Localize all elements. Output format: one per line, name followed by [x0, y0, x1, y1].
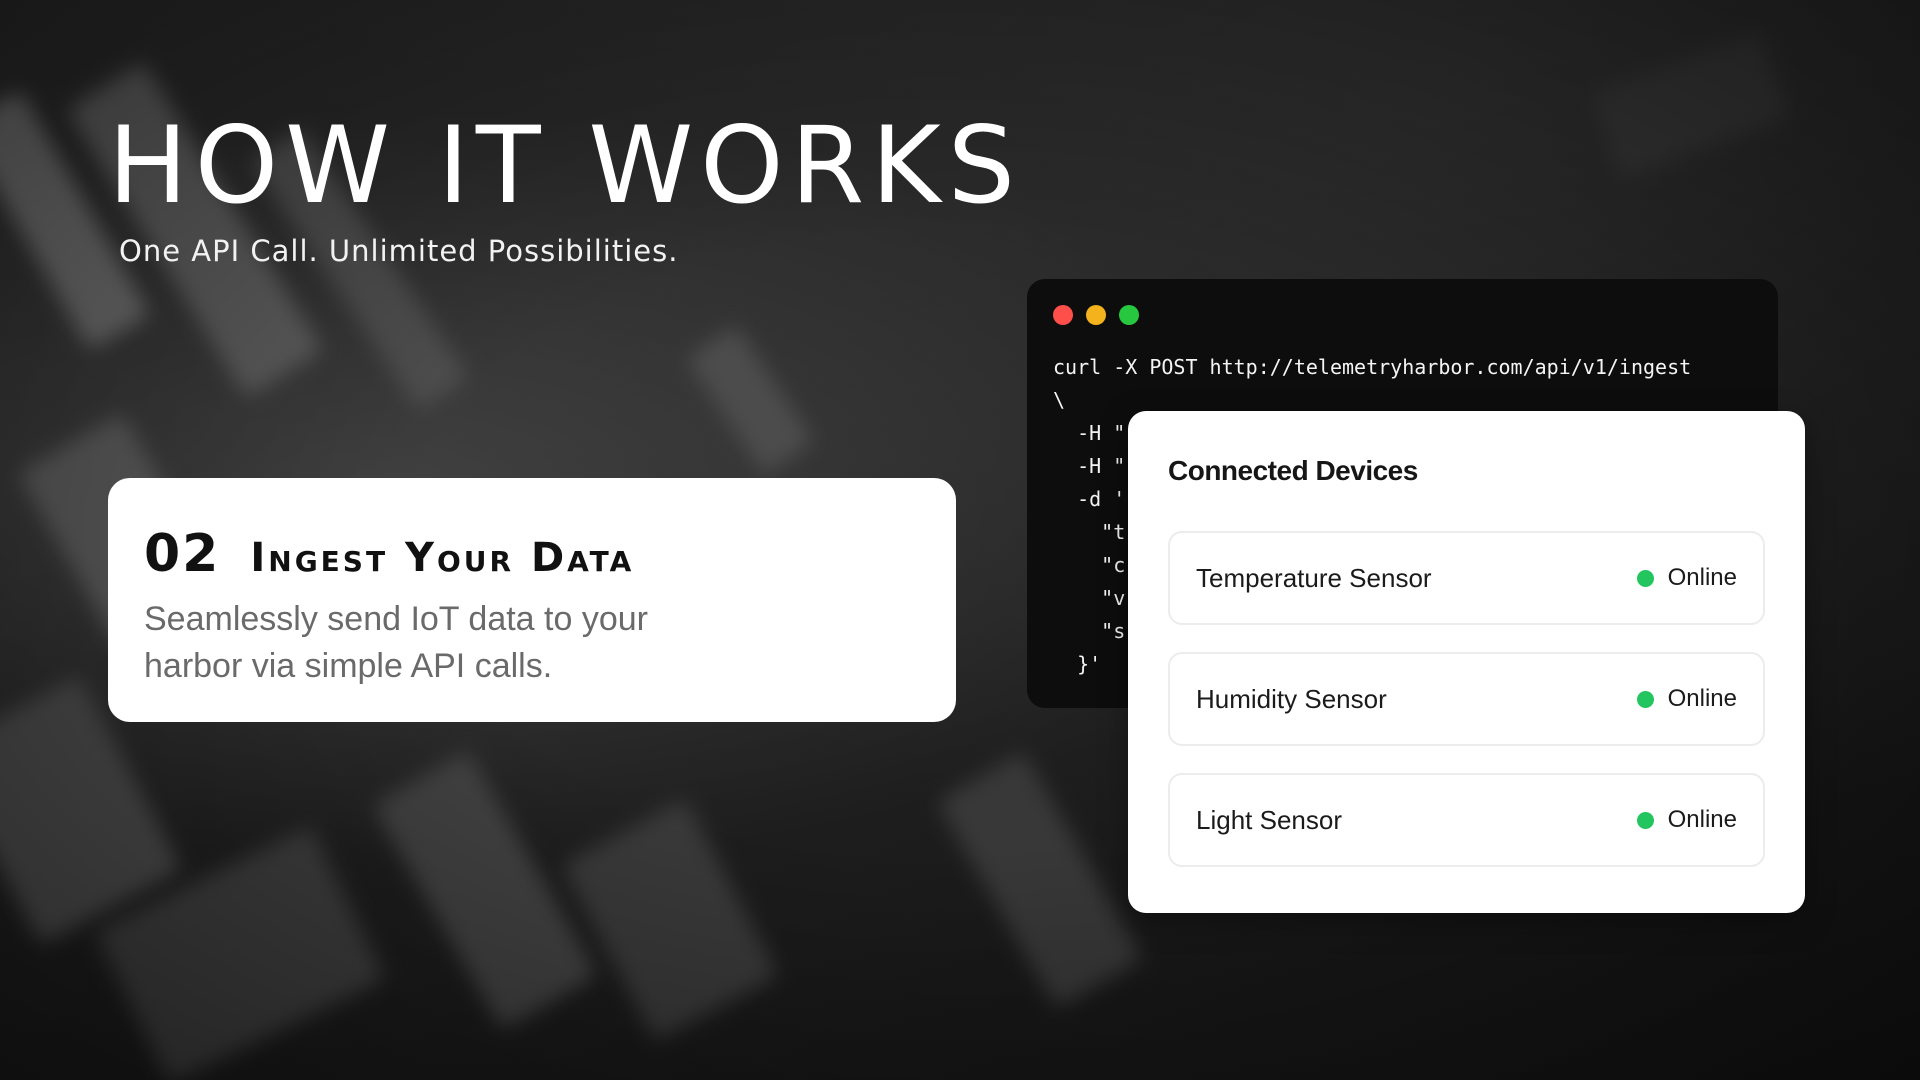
device-status: Online: [1636, 806, 1737, 834]
page-subtitle: One API Call. Unlimited Possibilities.: [119, 234, 679, 268]
devices-title: Connected Devices: [1168, 455, 1418, 486]
minimize-dot-icon: [1086, 305, 1106, 325]
step-heading: 02 Ingest Your Data: [144, 524, 920, 584]
device-row-light-sensor[interactable]: Light Sensor Online: [1168, 773, 1765, 867]
device-row-temperature-sensor[interactable]: Temperature Sensor Online: [1168, 531, 1765, 625]
code-line: curl -X POST http://telemetryharbor.com/…: [1053, 355, 1692, 379]
step-title: Ingest Your Data: [250, 535, 635, 581]
window-controls: [1053, 305, 1752, 325]
device-row-humidity-sensor[interactable]: Humidity Sensor Online: [1168, 652, 1765, 746]
online-status-dot-icon: [1636, 569, 1654, 587]
device-name: Temperature Sensor: [1196, 562, 1432, 593]
status-label: Online: [1667, 685, 1737, 712]
connected-devices-panel: Connected Devices Temperature Sensor Onl…: [1128, 411, 1805, 913]
step-description: Seamlessly send IoT data to your harbor …: [144, 600, 648, 685]
device-status: Online: [1636, 685, 1737, 713]
page-title: HOW IT WORKS: [108, 104, 1023, 227]
device-name: Light Sensor: [1196, 804, 1342, 835]
online-status-dot-icon: [1636, 690, 1654, 708]
close-dot-icon: [1053, 305, 1073, 325]
online-status-dot-icon: [1636, 811, 1654, 829]
device-name: Humidity Sensor: [1196, 683, 1387, 714]
status-label: Online: [1667, 564, 1737, 591]
step-number: 02: [144, 524, 221, 584]
device-status: Online: [1636, 564, 1737, 592]
step-card: 02 Ingest Your Data Seamlessly send IoT …: [108, 478, 956, 722]
maximize-dot-icon: [1119, 305, 1139, 325]
status-label: Online: [1667, 806, 1737, 833]
